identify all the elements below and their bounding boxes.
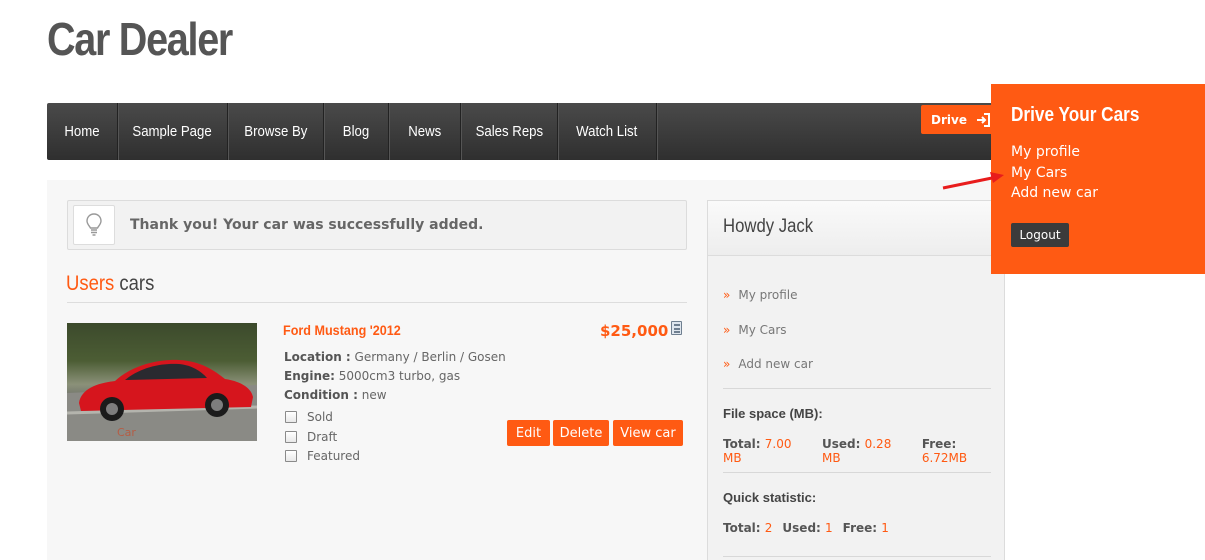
file-free-value: 6.72MB (921, 451, 968, 465)
file-total-label: Total: (723, 437, 761, 451)
chevron-right-icon: » (723, 357, 731, 371)
file-space-heading: File space (MB): (723, 406, 823, 421)
edit-button[interactable]: Edit (507, 420, 550, 446)
stat-free-label: Free: (842, 521, 878, 535)
car-engine: Engine: 5000cm3 turbo, gas (284, 369, 460, 383)
site-title[interactable]: Car Dealer (47, 12, 233, 66)
widget-divider (723, 472, 991, 473)
condition-value: new (361, 388, 387, 402)
widget-title: Howdy Jack (723, 216, 814, 237)
stat-used-label: Used: (782, 521, 821, 535)
file-used-label: Used: (822, 437, 861, 451)
location-label: Location : (284, 350, 351, 364)
sold-checkbox[interactable] (285, 411, 297, 423)
engine-value: 5000cm3 turbo, gas (338, 369, 461, 383)
calculator-icon[interactable] (671, 321, 682, 335)
success-notice: Thank you! Your car was successfully add… (67, 200, 687, 250)
user-widget: Howdy Jack » My profile » My Cars » Add new… (707, 200, 1005, 560)
widget-divider (723, 556, 991, 557)
nav-item-home[interactable]: Home (47, 103, 118, 160)
drive-button[interactable]: Drive (921, 105, 993, 134)
widget-link-my-cars[interactable]: » My Cars (723, 323, 787, 337)
condition-label: Condition : (284, 388, 358, 402)
view-car-button[interactable]: View car (613, 420, 683, 446)
login-icon (976, 112, 990, 127)
nav-item-watch-list[interactable]: Watch List (558, 103, 657, 160)
widget-link-add-new-car[interactable]: » Add new car (723, 357, 813, 371)
dropdown-link-my-profile[interactable]: My profile (1011, 144, 1080, 160)
file-free-label: Free: (921, 437, 957, 451)
quick-statistic-stats: Total: 2 Used: 1 Free: 1 (723, 521, 889, 535)
draft-label: Draft (307, 430, 338, 444)
drive-label: Drive (931, 112, 967, 127)
section-title-rest: cars (119, 272, 155, 295)
chevron-right-icon: » (723, 288, 731, 302)
widget-header: Howdy Jack (708, 201, 1004, 256)
dropdown-title: Drive Your Cars (1011, 104, 1140, 126)
widget-link-my-profile[interactable]: » My profile (723, 288, 798, 302)
quick-statistic-heading: Quick statistic: (723, 490, 817, 505)
car-title-link[interactable]: Ford Mustang '2012 (283, 322, 401, 338)
stat-free-value: 1 (881, 521, 889, 535)
drive-dropdown-panel: Drive Your Cars My profile My Cars Add n… (991, 84, 1205, 274)
main-nav: Home Sample Page Browse By Blog News Sal… (47, 103, 1005, 160)
stat-total-label: Total: (723, 521, 761, 535)
nav-item-blog[interactable]: Blog (324, 103, 389, 160)
logout-button[interactable]: Logout (1011, 223, 1069, 247)
draft-option: Draft (285, 430, 337, 444)
engine-label: Engine: (284, 369, 335, 383)
widget-link-label: Add new car (738, 357, 813, 371)
svg-text:Car: Car (117, 426, 136, 439)
dropdown-link-add-new-car[interactable]: Add new car (1011, 185, 1098, 201)
sold-label: Sold (307, 410, 333, 424)
featured-checkbox[interactable] (285, 450, 297, 462)
sold-option: Sold (285, 410, 333, 424)
featured-label: Featured (307, 449, 360, 463)
lightbulb-icon (73, 205, 115, 245)
nav-item-news[interactable]: News (389, 103, 461, 160)
widget-link-label: My profile (738, 288, 798, 302)
draft-checkbox[interactable] (285, 431, 297, 443)
file-space-stats: Total: 7.00 MB Used: 0.28 MB Free: 6.72M… (723, 437, 1004, 465)
location-value: Germany / Berlin / Gosen (354, 350, 506, 364)
section-divider (67, 302, 687, 303)
stat-used-value: 1 (825, 521, 833, 535)
dropdown-link-my-cars[interactable]: My Cars (1011, 165, 1067, 181)
delete-button[interactable]: Delete (553, 420, 609, 446)
widget-link-label: My Cars (738, 323, 787, 337)
stat-total-value: 2 (764, 521, 773, 535)
nav-item-sample-page[interactable]: Sample Page (118, 103, 228, 160)
car-location: Location : Germany / Berlin / Gosen (284, 350, 506, 364)
car-photo[interactable]: Car (67, 323, 257, 441)
notice-message: Thank you! Your car was successfully add… (130, 217, 484, 233)
nav-item-sales-reps[interactable]: Sales Reps (461, 103, 558, 160)
car-price: $25,000 (600, 322, 669, 340)
widget-divider (723, 388, 991, 389)
car-condition: Condition : new (284, 388, 387, 402)
featured-option: Featured (285, 449, 360, 463)
section-title-accent: Users (66, 272, 115, 295)
annotation-arrow-icon (942, 172, 1004, 190)
section-title: Users cars (66, 272, 154, 296)
chevron-right-icon: » (723, 323, 731, 337)
nav-item-browse-by[interactable]: Browse By (228, 103, 324, 160)
